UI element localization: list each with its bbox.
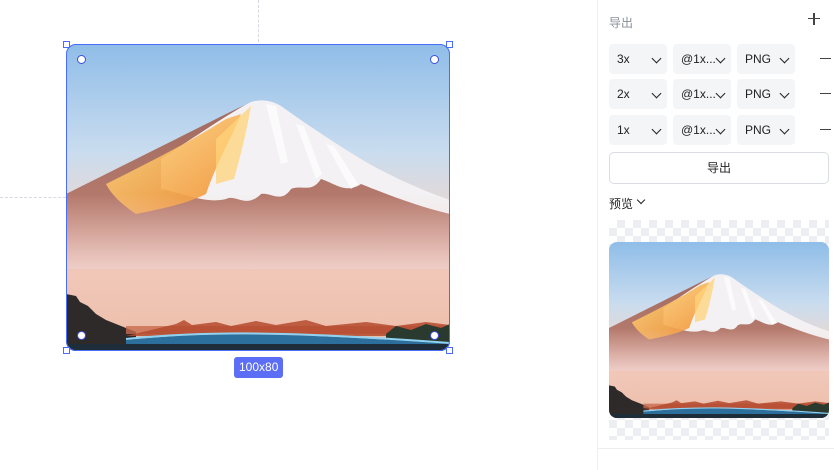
scale-select[interactable]: 1x bbox=[609, 115, 667, 145]
corner-radius-handle-bottom-left[interactable] bbox=[77, 331, 86, 340]
horizontal-guide-line bbox=[0, 197, 66, 198]
export-panel-title: 导出 bbox=[609, 16, 634, 30]
corner-radius-handle-top-right[interactable] bbox=[430, 55, 439, 64]
format-select[interactable]: PNG bbox=[737, 115, 795, 145]
mountain-image-layer[interactable] bbox=[66, 44, 450, 351]
scale-select[interactable]: 2x bbox=[609, 79, 667, 109]
suffix-select[interactable]: @1x... bbox=[673, 44, 731, 74]
format-select[interactable]: PNG bbox=[737, 79, 795, 109]
chevron-down-icon bbox=[651, 88, 662, 99]
design-canvas[interactable]: 100x80 bbox=[0, 0, 597, 470]
scale-select-value: 3x bbox=[617, 52, 630, 66]
vertical-guide-line bbox=[258, 0, 259, 42]
format-select-value: PNG bbox=[745, 52, 772, 66]
scale-select-value: 1x bbox=[617, 123, 630, 137]
export-panel: 导出 3x @1x... PNG 2x @1x... PNG 1x @1x...… bbox=[597, 0, 834, 470]
resize-handle-bottom-left[interactable] bbox=[63, 347, 70, 354]
corner-radius-handle-bottom-right[interactable] bbox=[430, 331, 439, 340]
export-button[interactable]: 导出 bbox=[609, 152, 829, 184]
chevron-down-icon bbox=[651, 124, 662, 135]
size-badge: 100x80 bbox=[234, 357, 284, 378]
resize-handle-top-right[interactable] bbox=[446, 41, 453, 48]
remove-export-minus-icon[interactable] bbox=[820, 58, 831, 60]
suffix-select-value: @1x... bbox=[681, 52, 716, 66]
format-select[interactable]: PNG bbox=[737, 44, 795, 74]
chevron-down-icon bbox=[779, 53, 790, 64]
chevron-down-icon bbox=[636, 195, 646, 205]
panel-divider bbox=[598, 448, 834, 449]
scale-select-value: 2x bbox=[617, 87, 630, 101]
resize-handle-top-left[interactable] bbox=[63, 41, 70, 48]
chevron-down-icon bbox=[779, 124, 790, 135]
remove-export-minus-icon[interactable] bbox=[820, 93, 831, 95]
resize-handle-bottom-right[interactable] bbox=[446, 347, 453, 354]
chevron-down-icon bbox=[715, 53, 726, 64]
export-preview-image bbox=[609, 242, 829, 418]
mount-fuji-preview bbox=[609, 242, 829, 418]
chevron-down-icon bbox=[651, 53, 662, 64]
chevron-down-icon bbox=[715, 88, 726, 99]
remove-export-minus-icon[interactable] bbox=[820, 129, 831, 131]
chevron-down-icon bbox=[715, 124, 726, 135]
suffix-select[interactable]: @1x... bbox=[673, 115, 731, 145]
chevron-down-icon bbox=[779, 88, 790, 99]
suffix-select-value: @1x... bbox=[681, 87, 716, 101]
mount-fuji-image bbox=[66, 44, 450, 351]
suffix-select[interactable]: @1x... bbox=[673, 79, 731, 109]
format-select-value: PNG bbox=[745, 123, 772, 137]
suffix-select-value: @1x... bbox=[681, 123, 716, 137]
scale-select[interactable]: 3x bbox=[609, 44, 667, 74]
preview-toggle[interactable]: 预览 bbox=[609, 195, 633, 212]
corner-radius-handle-top-left[interactable] bbox=[77, 55, 86, 64]
format-select-value: PNG bbox=[745, 87, 772, 101]
add-export-plus-icon[interactable] bbox=[805, 10, 823, 28]
